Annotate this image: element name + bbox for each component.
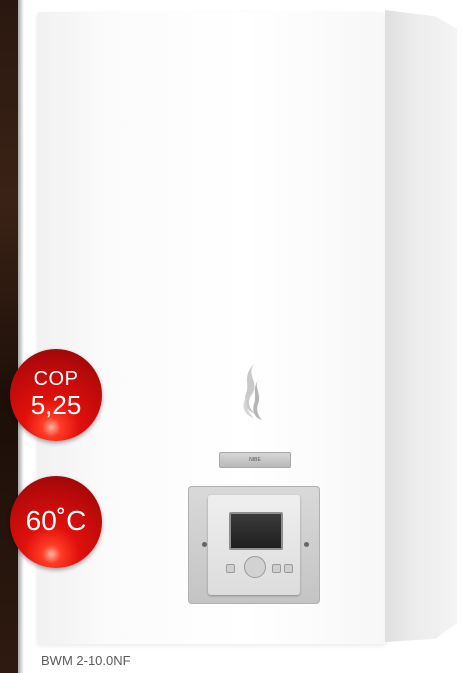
background-dark-strip [0,0,24,673]
temperature-badge: 60˚C [10,476,102,568]
control-key-left[interactable] [226,564,235,573]
flame-logo-icon [243,364,262,420]
screw-icon [202,542,207,547]
temperature-value: 60˚C [25,505,87,536]
model-label: BWM 2-10.0NF [41,653,131,668]
cop-badge: COP 5,25 [10,349,102,441]
cop-value: 5,25 [30,390,82,420]
lcd-display [229,512,283,550]
cop-label: COP [33,368,79,390]
control-key-right-2[interactable] [284,564,293,573]
brand-plate: NIBE [219,452,291,468]
control-key-right-1[interactable] [272,564,281,573]
heat-pump-unit-side [385,10,457,642]
navigation-dial[interactable] [244,556,266,578]
screw-icon [304,542,309,547]
